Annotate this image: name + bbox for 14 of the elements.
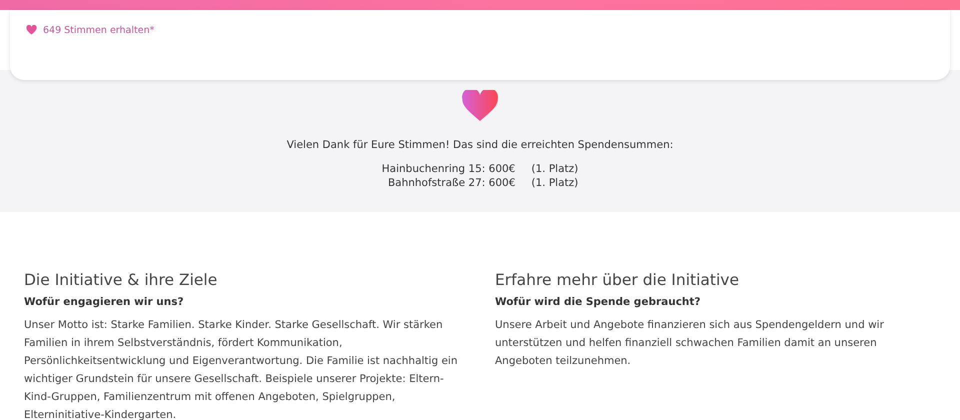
rank-label: (1. Platz) [531,177,578,189]
vote-count: 649 Stimmen erhalten* [43,25,154,37]
section-subtitle: Wofür engagieren wir uns? [24,296,185,308]
section-title: Die Initiative & ihre Ziele [24,270,218,290]
donation-amount: Hainbuchenring 15: 600€ [382,163,516,175]
heart-icon [462,90,498,121]
section-text: Unser Motto ist: Starke Familien. Starke Kinder. Starke Gesellschaft. Wir stärken Familien in ihrem Selbstverständnis, fördert Kommunikation, Persönlichkeitsentwicklung und Eigenverantwortung. Die Familie ist nachhaltig ein wichtiger Grundstein für unsere Gesellschaft. Beispiele unserer Projekte: Eltern-Kind-Gruppen, Familienzentrum mit offenen Angeboten, Spielgruppen, Elterninitiative-Kindergarten. [24,318,458,420]
section-text: Unsere Arbeit und Angebote finanzieren sich aus Spendengeldern und wir unterstützen und helfen finanziell schwachen Familien damit an unseren Angeboten teilzunehmen. [495,318,885,369]
donation-amount: Bahnhofstraße 27: 600€ [386,177,516,189]
heart-icon [26,25,37,35]
thanks-message: Vielen Dank für Eure Stimmen! Das sind die erreichten Spendensummen: [286,139,674,151]
section-subtitle: Wofür wird die Spende gebraucht? [495,296,702,308]
section-title: Erfahre mehr über die Initiative [495,270,740,290]
rank-label: (1. Platz) [531,163,578,175]
